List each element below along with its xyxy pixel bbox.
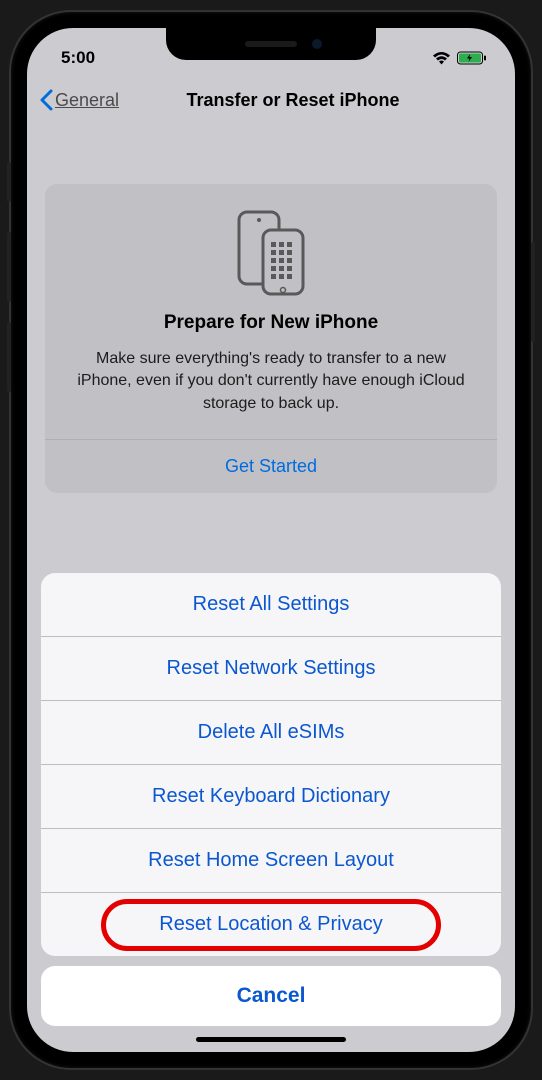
action-sheet-options: Reset All Settings Reset Network Setting… [41, 573, 501, 956]
reset-all-settings-button[interactable]: Reset All Settings [41, 573, 501, 637]
delete-all-esims-button[interactable]: Delete All eSIMs [41, 701, 501, 765]
reset-location-privacy-button[interactable]: Reset Location & Privacy [41, 893, 501, 956]
iphone-frame: 5:00 Gener [11, 12, 531, 1068]
power-button [531, 242, 535, 342]
speaker [245, 41, 297, 47]
home-indicator[interactable] [196, 1037, 346, 1042]
cancel-button[interactable]: Cancel [41, 966, 501, 1026]
reset-network-settings-button[interactable]: Reset Network Settings [41, 637, 501, 701]
notch [166, 28, 376, 60]
volume-up-button [7, 232, 11, 302]
mute-switch [7, 162, 11, 202]
front-camera [312, 39, 322, 49]
reset-keyboard-dictionary-button[interactable]: Reset Keyboard Dictionary [41, 765, 501, 829]
screen: 5:00 Gener [27, 28, 515, 1052]
annotation-highlight [101, 899, 441, 951]
reset-home-screen-layout-button[interactable]: Reset Home Screen Layout [41, 829, 501, 893]
volume-down-button [7, 322, 11, 392]
reset-action-sheet: Reset All Settings Reset Network Setting… [41, 573, 501, 1026]
